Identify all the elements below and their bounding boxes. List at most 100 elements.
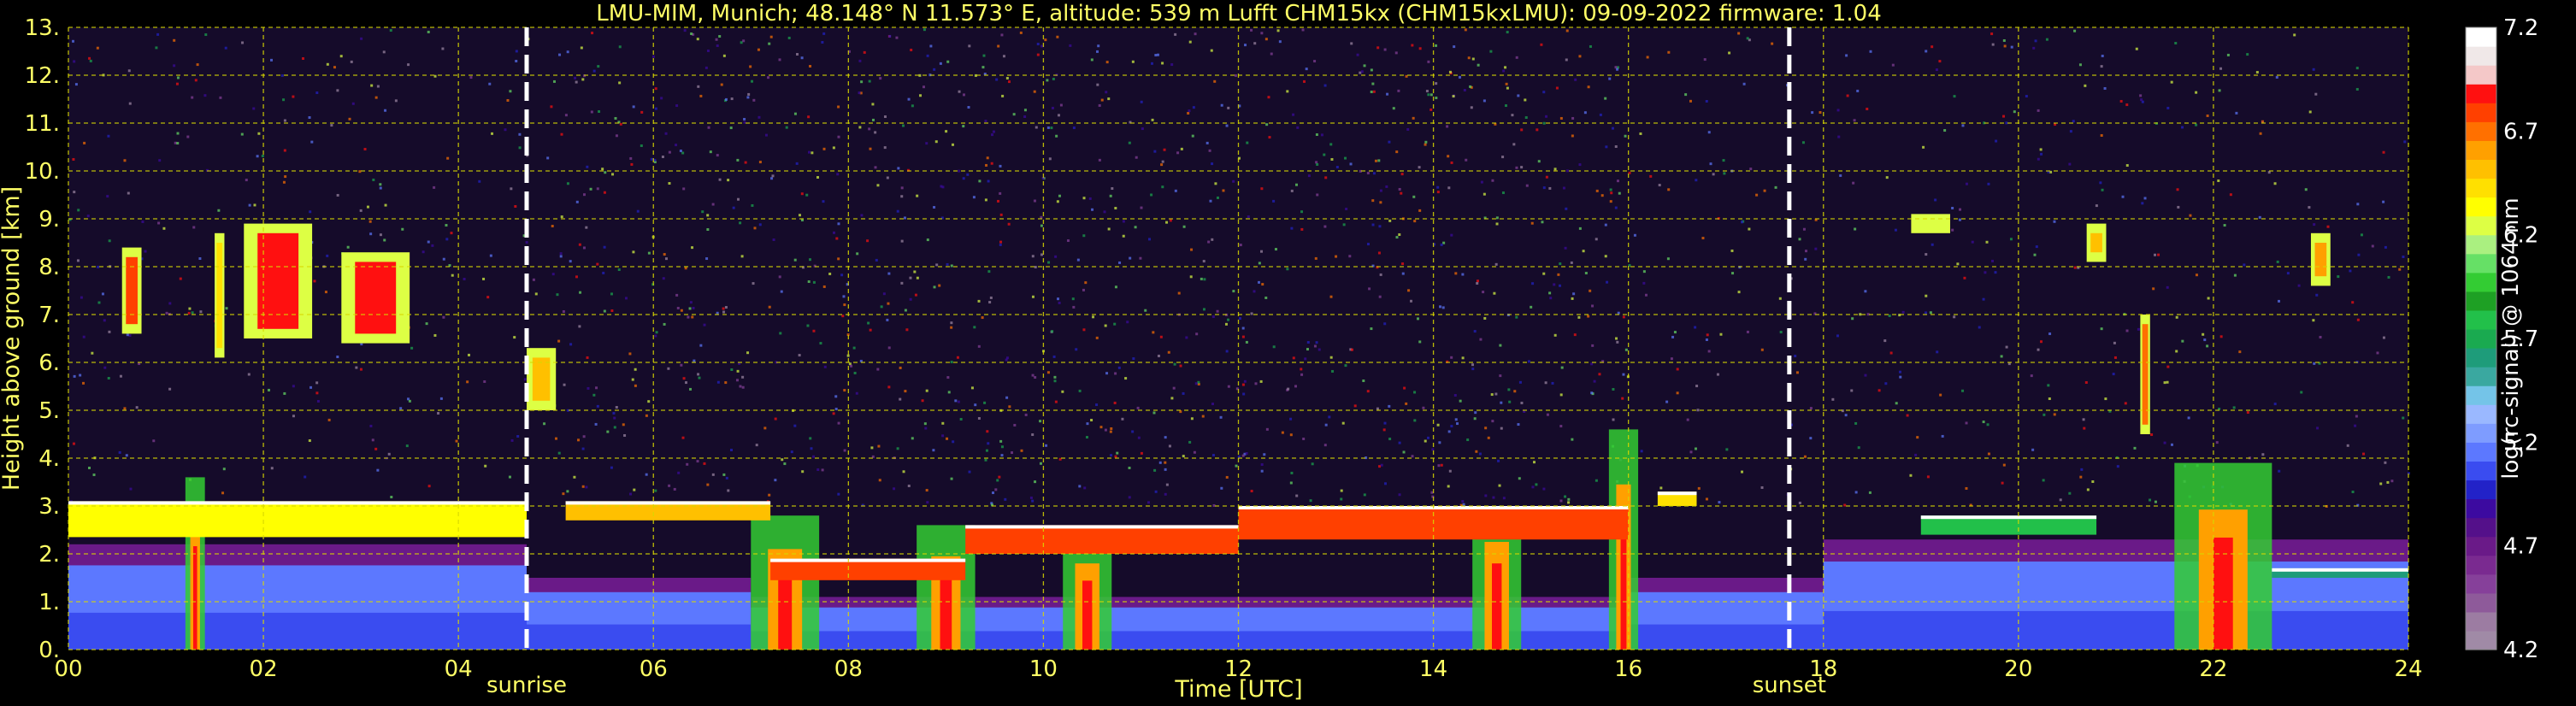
noise-speckle xyxy=(518,146,522,150)
noise-speckle xyxy=(1836,109,1840,112)
noise-speckle xyxy=(2360,233,2363,237)
noise-speckle xyxy=(370,84,374,87)
noise-speckle xyxy=(1301,28,1305,32)
noise-speckle xyxy=(2143,197,2147,200)
noise-speckle xyxy=(732,206,735,209)
noise-speckle xyxy=(1253,42,1257,45)
noise-speckle xyxy=(1314,256,1317,260)
noise-speckle xyxy=(697,85,700,88)
noise-speckle xyxy=(1188,40,1192,44)
noise-speckle xyxy=(336,89,339,92)
noise-speckle xyxy=(1114,207,1117,210)
noise-speckle xyxy=(984,458,987,462)
noise-speckle xyxy=(2072,120,2075,123)
noise-speckle xyxy=(926,54,929,57)
noise-speckle xyxy=(900,195,904,198)
noise-speckle xyxy=(1265,123,1269,126)
noise-speckle xyxy=(2101,54,2104,57)
noise-speckle xyxy=(421,250,425,254)
noise-speckle xyxy=(1245,451,1248,455)
noise-speckle xyxy=(203,94,207,97)
y-tick-label: 12. xyxy=(25,63,60,89)
noise-speckle xyxy=(326,62,329,66)
noise-speckle xyxy=(1584,272,1588,275)
noise-speckle xyxy=(1220,103,1223,107)
noise-speckle xyxy=(103,366,107,369)
noise-speckle xyxy=(1697,486,1701,490)
ceilometer-chart: LMU-MIM, Munich; 48.148° N 11.573° E, al… xyxy=(0,1,2538,703)
noise-speckle xyxy=(886,318,889,321)
noise-speckle xyxy=(1161,160,1164,163)
noise-speckle xyxy=(1377,251,1381,255)
noise-speckle xyxy=(843,303,846,307)
noise-speckle xyxy=(1633,233,1636,237)
noise-speckle xyxy=(778,58,781,62)
noise-speckle xyxy=(509,90,512,93)
noise-speckle xyxy=(1723,172,1726,175)
noise-speckle xyxy=(532,278,535,281)
noise-speckle xyxy=(612,411,616,415)
noise-speckle xyxy=(741,385,745,389)
noise-speckle xyxy=(1615,337,1618,340)
noise-speckle xyxy=(1379,189,1382,192)
noise-speckle xyxy=(1306,348,1309,351)
noise-speckle xyxy=(1501,191,1505,195)
plot-area xyxy=(68,26,2410,650)
noise-speckle xyxy=(1289,417,1293,421)
noise-speckle xyxy=(1868,491,1872,494)
noise-speckle xyxy=(640,110,644,114)
noise-speckle xyxy=(270,467,274,470)
noise-speckle xyxy=(683,29,687,32)
noise-speckle xyxy=(828,272,832,275)
noise-speckle xyxy=(1033,199,1036,203)
noise-speckle xyxy=(1593,379,1596,383)
noise-speckle xyxy=(2308,110,2312,114)
noise-speckle xyxy=(1709,162,1712,166)
y-tick-label: 11. xyxy=(25,111,60,137)
noise-speckle xyxy=(1500,427,1503,430)
noise-speckle xyxy=(1413,391,1417,394)
noise-speckle xyxy=(489,254,492,257)
noise-speckle xyxy=(1436,185,1440,189)
noise-speckle xyxy=(1397,89,1400,92)
noise-speckle xyxy=(1300,227,1304,231)
noise-speckle xyxy=(793,424,797,427)
noise-speckle xyxy=(1542,186,1546,190)
noise-speckle xyxy=(983,401,987,404)
noise-speckle xyxy=(1609,188,1612,191)
noise-speckle xyxy=(1670,357,1673,361)
noise-speckle xyxy=(977,416,981,420)
noise-speckle xyxy=(1401,272,1405,275)
noise-speckle xyxy=(1235,464,1238,468)
noise-speckle xyxy=(1386,92,1389,96)
noise-speckle xyxy=(441,47,445,50)
noise-speckle xyxy=(2189,214,2192,217)
noise-speckle xyxy=(1857,446,1860,450)
noise-speckle xyxy=(647,251,651,255)
noise-speckle xyxy=(162,227,166,230)
noise-speckle xyxy=(2349,269,2352,273)
noise-speckle xyxy=(108,330,111,333)
noise-speckle xyxy=(925,389,928,392)
noise-speckle xyxy=(1951,228,1954,232)
noise-speckle xyxy=(1513,390,1517,393)
noise-speckle xyxy=(987,442,990,445)
noise-speckle xyxy=(1748,227,1751,231)
noise-speckle xyxy=(302,56,305,60)
noise-speckle xyxy=(483,379,486,383)
noise-speckle xyxy=(510,187,513,191)
noise-speckle xyxy=(80,296,83,299)
noise-speckle xyxy=(2037,109,2040,112)
noise-speckle xyxy=(1608,77,1612,80)
noise-speckle xyxy=(382,50,386,54)
noise-speckle xyxy=(696,460,699,463)
noise-speckle xyxy=(973,326,976,329)
precipitation-peak xyxy=(1082,580,1093,650)
x-tick-label: 04 xyxy=(445,656,473,682)
noise-speckle xyxy=(2154,253,2157,256)
noise-speckle xyxy=(308,439,311,443)
noise-speckle xyxy=(736,369,740,373)
noise-speckle xyxy=(596,262,599,266)
noise-speckle xyxy=(1323,444,1327,447)
noise-speckle xyxy=(1316,162,1319,166)
